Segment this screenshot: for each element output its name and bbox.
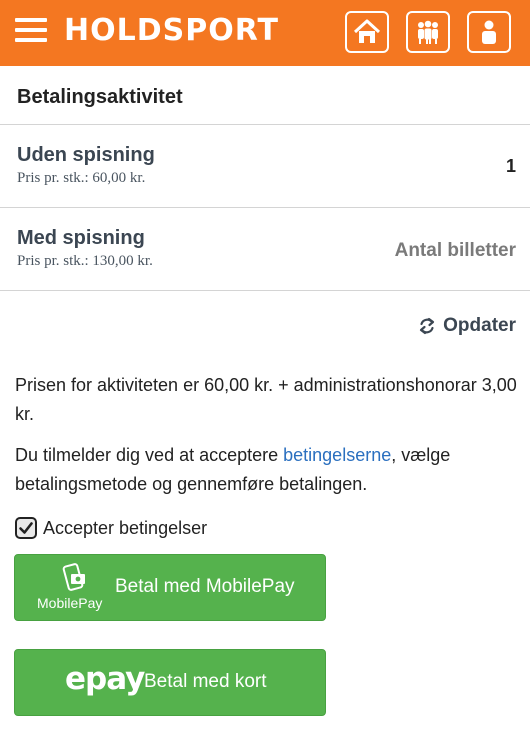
item-price-med-spisning: Pris pr. stk.: 130,00 kr.	[17, 253, 153, 269]
mobilepay-button[interactable]: MobilePay Betal med MobilePay	[14, 554, 326, 621]
divider	[0, 207, 530, 208]
terms-link[interactable]: betingelserne	[283, 445, 391, 465]
epay-logo: epay	[65, 661, 145, 697]
item-price-uden-spisning: Pris pr. stk.: 60,00 kr.	[17, 170, 146, 186]
accept-terms-label: Accepter betingelser	[43, 517, 208, 538]
card-payment-label: Betal med kort	[144, 671, 267, 692]
item-name-uden-spisning: Uden spisning	[17, 144, 155, 166]
menu-icon[interactable]	[15, 18, 47, 44]
mobilepay-brand: MobilePay	[37, 595, 103, 611]
quantity-uden-spisning[interactable]: 1	[506, 156, 516, 177]
mobilepay-icon	[62, 563, 85, 591]
app-header: HOLDSPORT	[0, 0, 530, 66]
refresh-icon	[420, 317, 435, 335]
divider	[0, 124, 530, 125]
home-button[interactable]	[345, 11, 389, 53]
section-title: Betalingsaktivitet	[17, 86, 183, 108]
card-payment-button[interactable]: epay Betal med kort	[14, 649, 326, 716]
price-info: Prisen for aktiviteten er 60,00 kr. + ad…	[15, 375, 517, 424]
item-name-med-spisning: Med spisning	[17, 227, 145, 249]
profile-button[interactable]	[467, 11, 511, 53]
terms-text-before: Du tilmelder dig ved at acceptere	[15, 445, 284, 465]
brand-logo[interactable]: HOLDSPORT	[64, 13, 279, 49]
checkmark-icon	[19, 522, 33, 534]
team-icon	[418, 20, 438, 44]
update-button[interactable]: Opdater	[417, 312, 516, 340]
home-icon	[353, 19, 381, 43]
team-button[interactable]	[406, 11, 450, 53]
mobilepay-label: Betal med MobilePay	[115, 576, 295, 597]
terms-text: Du tilmelder dig ved at acceptere beting…	[15, 441, 520, 499]
profile-icon	[482, 20, 496, 44]
quantity-input-med-spisning[interactable]	[346, 237, 516, 265]
update-label: Opdater	[443, 315, 516, 336]
checkbox[interactable]	[15, 517, 37, 539]
accept-terms-checkbox[interactable]: Accepter betingelser	[15, 515, 207, 541]
divider	[0, 290, 530, 291]
